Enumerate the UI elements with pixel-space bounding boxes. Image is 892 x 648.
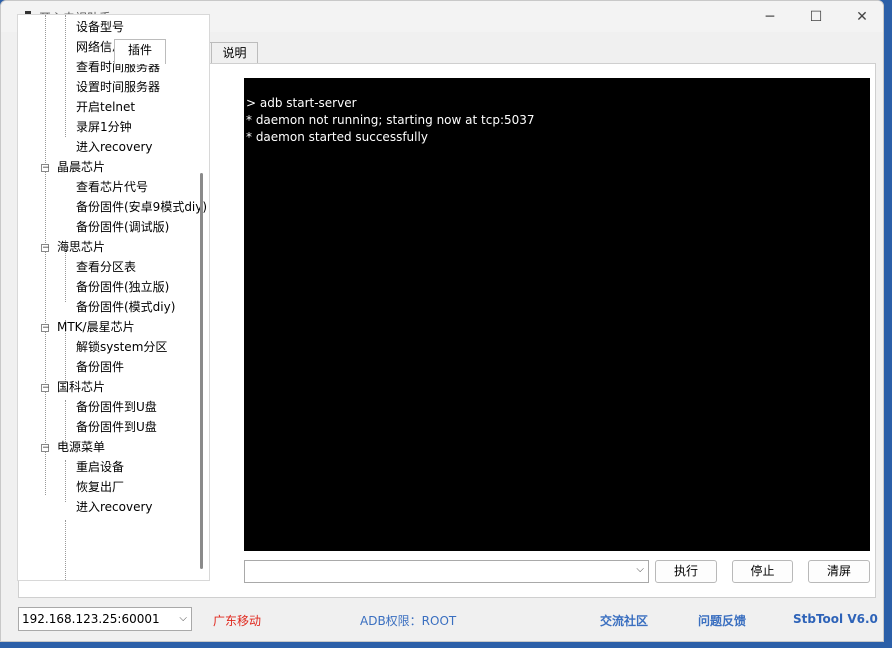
main-window: 开心电视助手 ─ ☐ ✕ 首页 管理 插件 调试 说明 设备型号 网络信息 查看… — [0, 0, 884, 642]
tree-item-backup-usb-2[interactable]: 备份固件到U盘 — [76, 419, 157, 435]
community-link[interactable]: 交流社区 — [600, 612, 648, 629]
version-label: StbTool V6.0 — [793, 612, 878, 626]
tree-item-backup-debug[interactable]: 备份固件(调试版) — [76, 219, 169, 235]
tree-item-reboot[interactable]: 重启设备 — [76, 459, 124, 475]
collapse-icon[interactable]: − — [41, 324, 50, 333]
tree-item-backup-firmware[interactable]: 备份固件 — [76, 359, 124, 375]
collapse-icon[interactable]: − — [41, 384, 50, 393]
plugin-tree[interactable]: 设备型号 网络信息 查看时间服务器 设置时间服务器 开启telnet 录屏1分钟… — [17, 14, 210, 581]
tree-item-view-chip-code[interactable]: 查看芯片代号 — [76, 179, 148, 195]
tree-group-hisilicon[interactable]: 海思芯片 — [57, 239, 105, 255]
tree-item-backup-usb-1[interactable]: 备份固件到U盘 — [76, 399, 157, 415]
tree-group-goke[interactable]: 国科芯片 — [57, 379, 105, 395]
console-line: > adb start-server — [246, 96, 357, 110]
console-output: > adb start-server * daemon not running;… — [244, 78, 870, 551]
carrier-label: 广东移动 — [213, 614, 262, 628]
collapse-icon[interactable]: − — [41, 164, 50, 173]
tree-item-enable-telnet[interactable]: 开启telnet — [76, 99, 135, 115]
tree-item-power-recovery[interactable]: 进入recovery — [76, 499, 153, 515]
tree-item-factory-reset[interactable]: 恢复出厂 — [76, 479, 124, 495]
tree-item-backup-standalone[interactable]: 备份固件(独立版) — [76, 279, 169, 295]
device-select[interactable]: 192.168.123.25:60001 ⌵ — [18, 607, 192, 631]
tree-group-mtk[interactable]: MTK/晨星芯片 — [57, 319, 135, 335]
tree-item-enter-recovery[interactable]: 进入recovery — [76, 139, 153, 155]
tab-plugins[interactable]: 插件 — [114, 39, 166, 64]
chevron-down-icon[interactable]: ⌵ — [179, 608, 187, 630]
close-button[interactable]: ✕ — [839, 1, 883, 32]
minimize-button[interactable]: ─ — [747, 1, 793, 32]
console-line: * daemon started successfully — [246, 130, 428, 144]
console-line: * daemon not running; starting now at tc… — [246, 113, 535, 127]
tree-item-device-model[interactable]: 设备型号 — [76, 19, 124, 35]
command-input[interactable]: ⌵ — [244, 560, 649, 583]
tree-item-backup-android9[interactable]: 备份固件(安卓9模式diy) — [76, 199, 207, 215]
tree-group-amlogic[interactable]: 晶晨芯片 — [57, 159, 105, 175]
device-address: 192.168.123.25:60001 — [22, 612, 160, 626]
tree-item-record-screen[interactable]: 录屏1分钟 — [76, 119, 132, 135]
tree-item-unlock-system[interactable]: 解锁system分区 — [76, 339, 167, 355]
tab-help[interactable]: 说明 — [211, 42, 258, 63]
chevron-down-icon[interactable]: ⌵ — [636, 564, 644, 575]
tree-item-view-partitions[interactable]: 查看分区表 — [76, 259, 136, 275]
collapse-icon[interactable]: − — [41, 244, 50, 253]
scrollbar-thumb[interactable] — [200, 173, 203, 569]
stop-button[interactable]: 停止 — [732, 560, 793, 583]
tree-item-backup-diy[interactable]: 备份固件(模式diy) — [76, 299, 175, 315]
feedback-link[interactable]: 问题反馈 — [698, 612, 746, 629]
tree-group-power[interactable]: 电源菜单 — [57, 439, 105, 455]
clear-button[interactable]: 清屏 — [808, 560, 870, 583]
collapse-icon[interactable]: − — [41, 444, 50, 453]
execute-button[interactable]: 执行 — [655, 560, 717, 583]
adb-permission-label: ADB权限：ROOT — [360, 614, 457, 628]
tree-item-set-time-server[interactable]: 设置时间服务器 — [76, 79, 160, 95]
maximize-button[interactable]: ☐ — [793, 1, 839, 32]
tree-scrollbar[interactable] — [199, 173, 205, 569]
